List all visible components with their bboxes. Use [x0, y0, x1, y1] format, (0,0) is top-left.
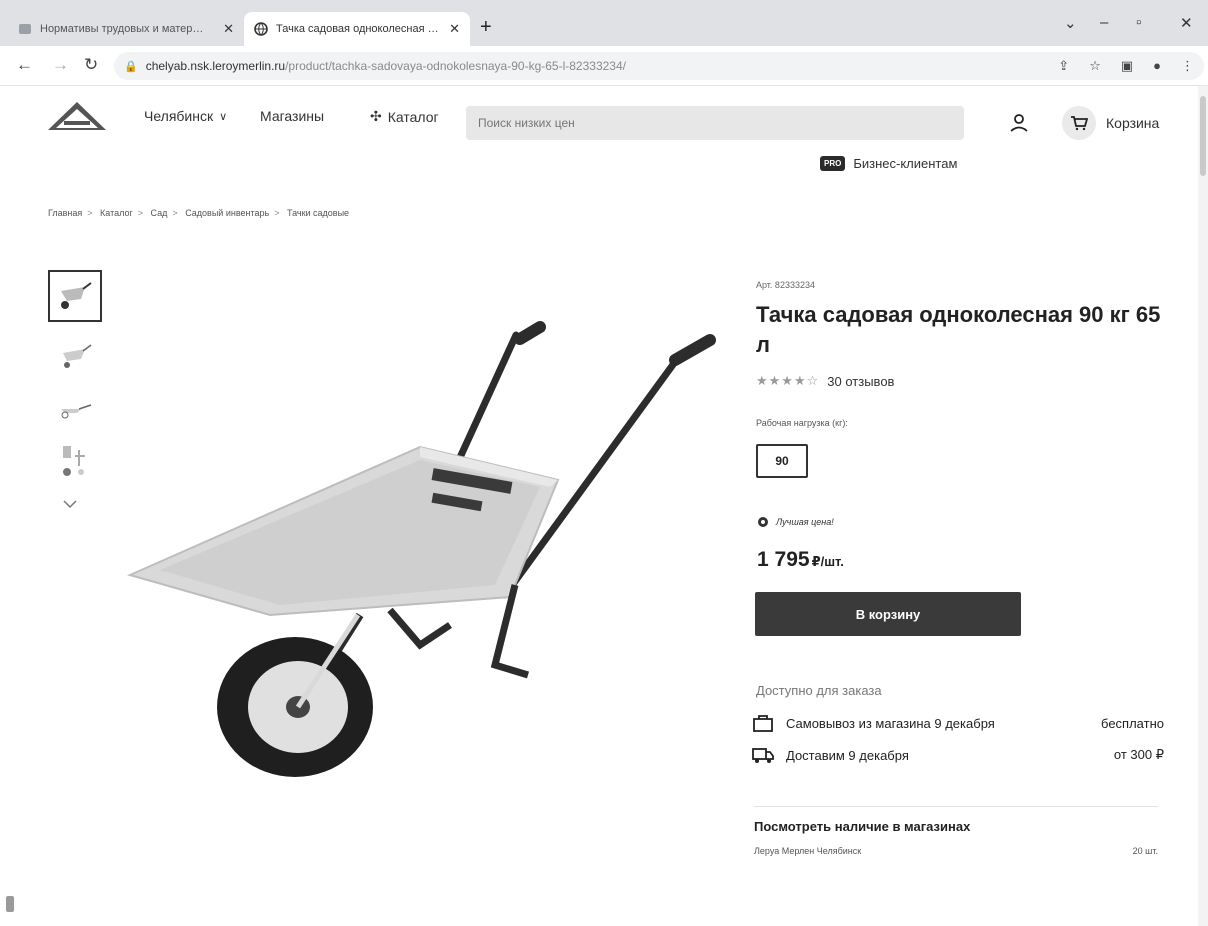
cart-label: Корзина — [1106, 115, 1160, 131]
divider — [754, 806, 1158, 807]
catalog-button[interactable]: ✣ Каталог — [370, 108, 439, 125]
breadcrumb: Главная > Каталог > Сад > Садовый инвентарь… — [48, 208, 349, 218]
browser-tab-inactive[interactable]: Нормативы трудовых и матер… ✕ — [8, 12, 244, 46]
breadcrumb-home[interactable]: Главная — [48, 208, 82, 218]
search-input[interactable] — [466, 106, 964, 140]
add-to-cart-button[interactable]: В корзину — [755, 592, 1021, 636]
tab-title: Тачка садовая одноколесная 9… — [276, 23, 444, 35]
pickup-row[interactable]: Самовывоз из магазина 9 декабря бесплатн… — [752, 714, 1164, 732]
globe-favicon-icon — [254, 22, 268, 36]
new-tab-icon[interactable]: + — [480, 16, 492, 39]
pickup-price: бесплатно — [1101, 715, 1164, 731]
back-icon[interactable]: ← — [16, 55, 33, 75]
check-stock-link[interactable]: Посмотреть наличие в магазинах — [754, 819, 970, 834]
product-title: Тачка садовая одноколесная 90 кг 65 л — [756, 302, 1161, 357]
city-selector[interactable]: Челябинск ∨ — [144, 108, 227, 124]
tab-search-icon[interactable]: ⌄ — [1064, 14, 1077, 32]
user-icon[interactable] — [1010, 114, 1028, 132]
gallery-thumb-2[interactable] — [48, 330, 102, 382]
browser-toolbar: ← → ↻ 🔒 chelyab.nsk.leroymerlin.ru/produ… — [0, 46, 1208, 86]
window-close-icon[interactable]: ✕ — [1180, 14, 1193, 32]
menu-icon[interactable]: ⋮ — [1181, 58, 1194, 74]
price-unit: ₽/шт. — [811, 554, 844, 569]
wheelbarrow-side-thumb-icon — [61, 404, 92, 419]
pro-badge: PRO — [820, 156, 846, 171]
breadcrumb-separator: > — [172, 208, 178, 218]
reviews-link[interactable]: 30 отзывов — [827, 374, 894, 389]
page-scrollbar[interactable] — [1198, 86, 1208, 926]
scrollbar-thumb[interactable] — [1200, 96, 1206, 176]
breadcrumb-separator: > — [137, 208, 144, 218]
tab-close-icon[interactable]: ✕ — [223, 21, 234, 37]
sidebar-icon[interactable]: ▣ — [1121, 58, 1133, 74]
bookmark-star-icon[interactable]: ☆ — [1089, 58, 1101, 74]
load-option-90[interactable]: 90 — [756, 444, 808, 478]
breadcrumb-wheelbarrows[interactable]: Тачки садовые — [287, 208, 349, 218]
maximize-icon[interactable]: ▫ — [1136, 14, 1141, 31]
truck-icon — [752, 748, 774, 763]
breadcrumb-garden-tools[interactable]: Садовый инвентарь — [185, 208, 269, 218]
load-label: Рабочая нагрузка (кг): — [756, 418, 848, 428]
browser-tab-active[interactable]: Тачка садовая одноколесная 9… ✕ — [244, 12, 470, 46]
parts-thumb-icon — [63, 446, 85, 476]
store-name: Леруа Мерлен Челябинск — [754, 846, 862, 856]
gallery-thumb-1[interactable] — [48, 270, 102, 322]
city-label: Челябинск — [144, 108, 214, 124]
breadcrumb-garden[interactable]: Сад — [151, 208, 168, 218]
wheelbarrow-thumb-icon — [63, 344, 92, 368]
cart-button[interactable]: Корзина — [1062, 106, 1159, 140]
minimize-icon[interactable]: – — [1100, 14, 1108, 31]
best-price-badge: Лучшая цена! — [758, 517, 834, 527]
tab-title: Нормативы трудовых и матер… — [40, 23, 204, 35]
floating-widget-handle[interactable] — [6, 896, 14, 912]
profile-icon[interactable]: ● — [1153, 58, 1161, 74]
url-path: /product/tachka-sadovaya-odnokolesnaya-9… — [285, 59, 626, 73]
price-value: 1 795 — [757, 548, 810, 571]
stores-label: Магазины — [260, 108, 325, 124]
rating-stars: ★★★★☆ — [756, 373, 820, 388]
delivery-row[interactable]: Доставим 9 декабря от 300 ₽ — [752, 746, 1164, 764]
wheelbarrow-thumb-icon — [61, 282, 92, 309]
business-label: Бизнес-клиентам — [853, 156, 958, 171]
chevron-down-icon[interactable] — [62, 498, 78, 510]
delivery-label: Доставим 9 декабря — [786, 747, 909, 763]
article-number: Арт. 82333234 — [756, 280, 815, 290]
sheet-favicon-icon — [19, 24, 31, 34]
url-host: chelyab.nsk.leroymerlin.ru — [145, 59, 286, 73]
breadcrumb-separator: > — [87, 208, 93, 218]
toolbar-icons: ⇪ ☆ ▣ ● ⋮ — [1058, 58, 1194, 74]
catalog-label: Каталог — [387, 108, 439, 125]
store-stock-row[interactable]: Леруа Мерлен Челябинск 20 шт. — [754, 846, 1158, 856]
breadcrumb-catalog[interactable]: Каталог — [100, 208, 133, 218]
shopping-bag-icon — [753, 715, 773, 732]
best-price-label: Лучшая цена! — [776, 517, 834, 527]
url-text: chelyab.nsk.leroymerlin.ru/product/tachk… — [146, 59, 626, 73]
business-clients-link[interactable]: PRO Бизнес-клиентам — [820, 156, 957, 171]
best-price-icon — [758, 517, 768, 527]
reload-icon[interactable]: ↻ — [84, 55, 98, 75]
browser-tab-bar: Нормативы трудовых и матер… ✕ Тачка садо… — [0, 0, 1208, 46]
availability-title: Доступно для заказа — [756, 683, 882, 698]
tab-close-icon[interactable]: ✕ — [449, 21, 460, 37]
breadcrumb-separator: > — [274, 208, 280, 218]
leroy-merlin-logo[interactable] — [46, 100, 108, 134]
catalog-icon: ✣ — [370, 108, 382, 124]
stores-link[interactable]: Магазины — [260, 108, 324, 124]
pickup-label: Самовывоз из магазина 9 декабря — [786, 715, 995, 731]
gallery-thumb-3[interactable] — [48, 382, 102, 434]
lock-icon: 🔒 — [124, 60, 138, 73]
delivery-price: от 300 ₽ — [1113, 747, 1164, 762]
product-price: 1 795 ₽/шт. — [757, 548, 844, 572]
chevron-down-icon: ∨ — [219, 110, 228, 123]
rating-block[interactable]: ★★★★☆ 30 отзывов — [756, 373, 894, 389]
share-icon[interactable]: ⇪ — [1058, 58, 1069, 74]
address-bar[interactable]: 🔒 chelyab.nsk.leroymerlin.ru/product/tac… — [114, 52, 1204, 80]
cart-icon — [1062, 106, 1096, 140]
store-quantity: 20 шт. — [1132, 846, 1158, 856]
gallery-thumb-4[interactable] — [48, 436, 102, 488]
product-image[interactable] — [120, 315, 720, 785]
forward-icon[interactable]: → — [52, 55, 69, 75]
